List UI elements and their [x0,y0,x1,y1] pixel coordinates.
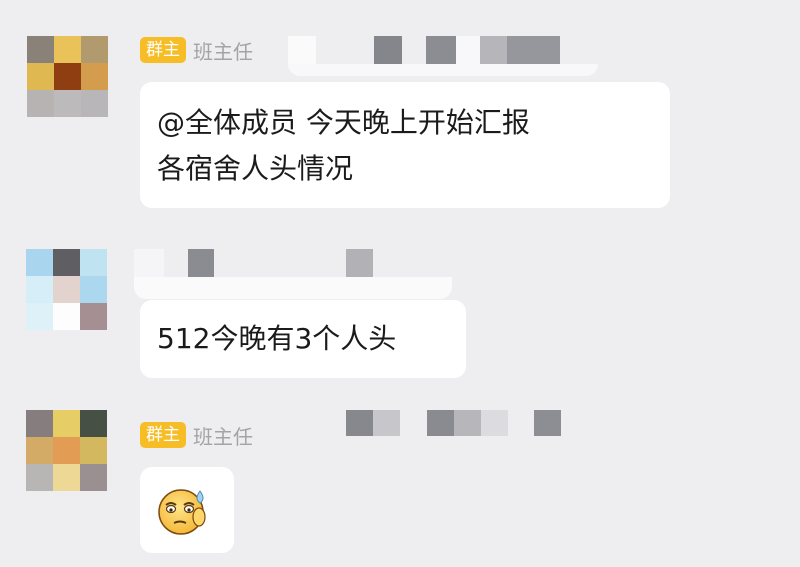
sender-name[interactable]: 班主任 [193,421,253,450]
sweating-face-emoji-icon [158,489,206,535]
owner-badge: 群主 [140,37,186,63]
avatar[interactable] [26,249,107,330]
sticker-bubble[interactable] [140,467,234,553]
sender-line: 群主 班主任 [140,421,253,449]
owner-badge: 群主 [140,422,186,448]
avatar[interactable] [26,410,107,491]
message-line: 512今晚有3个人头 [157,322,397,355]
message-bubble[interactable]: @全体成员 今天晚上开始汇报 各宿舍人头情况 [140,82,670,208]
sender-name[interactable]: 班主任 [193,36,253,65]
avatar[interactable] [27,36,108,117]
message-bubble[interactable]: 512今晚有3个人头 [140,300,466,378]
message-line: 各宿舍人头情况 [157,152,354,185]
sender-line: 群主 班主任 [140,36,253,64]
message-line: @全体成员 今天晚上开始汇报 [157,106,530,139]
